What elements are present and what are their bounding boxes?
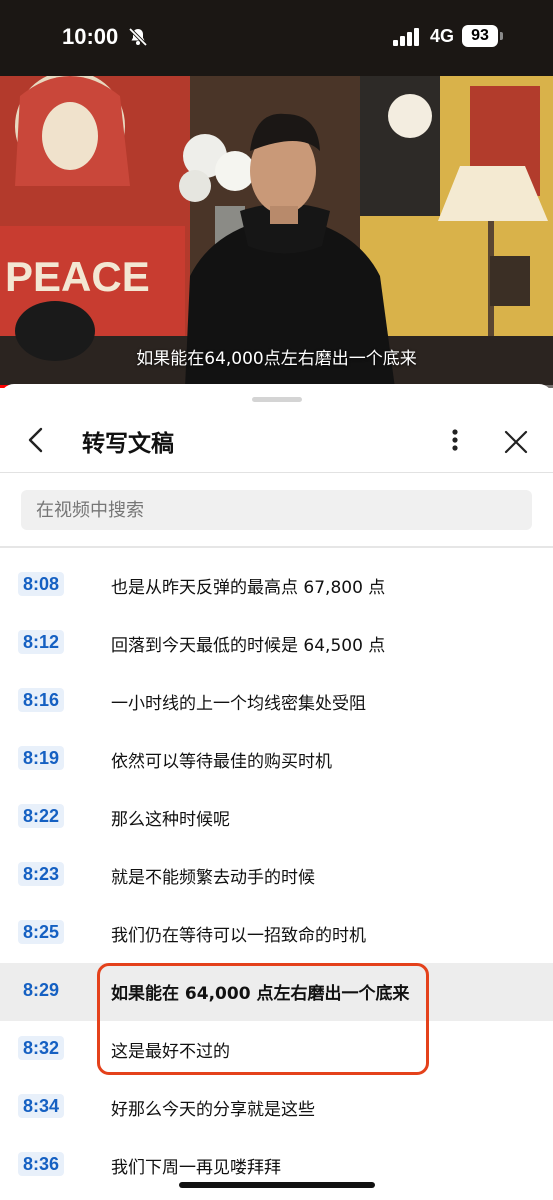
panel-title: 转写文稿 (82, 431, 174, 457)
svg-text:PEACE: PEACE (5, 253, 150, 300)
timestamp[interactable]: 8:22 (18, 804, 65, 828)
transcript-row[interactable]: 8:25 我们仍在等待可以一招致命的时机 (0, 905, 553, 963)
search-input[interactable] (21, 490, 532, 530)
transcript-text: 好那么今天的分享就是这些 (111, 1100, 315, 1120)
timestamp[interactable]: 8:36 (18, 1152, 65, 1176)
transcript-row[interactable]: 8:29 如果能在 64,000 点左右磨出一个底来 (0, 963, 553, 1021)
transcript-list: 8:08 也是从昨天反弹的最高点 67,800 点 8:12 回落到今天最低的时… (0, 557, 553, 1195)
transcript-row[interactable]: 8:23 就是不能频繁去动手的时候 (0, 847, 553, 905)
transcript-row[interactable]: 8:12 回落到今天最低的时候是 64,500 点 (0, 615, 553, 673)
transcript-row[interactable]: 8:19 依然可以等待最佳的购买时机 (0, 731, 553, 789)
drag-handle[interactable] (252, 397, 302, 402)
transcript-text: 那么这种时候呢 (111, 810, 230, 830)
back-chevron-icon[interactable] (22, 426, 50, 454)
transcript-text: 我们下周一再见喽拜拜 (111, 1158, 281, 1178)
timestamp[interactable]: 8:32 (18, 1036, 65, 1060)
transcript-row[interactable]: 8:34 好那么今天的分享就是这些 (0, 1079, 553, 1137)
transcript-row[interactable]: 8:16 一小时线的上一个均线密集处受阻 (0, 673, 553, 731)
status-time: 10:00 (62, 24, 119, 49)
more-vertical-icon[interactable] (444, 426, 466, 454)
transcript-text: 如果能在 64,000 点左右磨出一个底来 (111, 984, 410, 1004)
transcript-text: 依然可以等待最佳的购买时机 (111, 752, 332, 772)
timestamp[interactable]: 8:25 (18, 920, 65, 944)
bell-slash-icon (128, 27, 148, 47)
timestamp[interactable]: 8:29 (18, 978, 64, 1002)
close-icon[interactable] (502, 428, 530, 456)
list-divider (0, 546, 553, 548)
header-divider (0, 472, 553, 473)
video-caption: 如果能在64,000点左右磨出一个底来 (136, 349, 417, 369)
transcript-text: 我们仍在等待可以一招致命的时机 (111, 926, 366, 946)
timestamp[interactable]: 8:23 (18, 862, 65, 886)
transcript-row[interactable]: 8:32 这是最好不过的 (0, 1021, 553, 1079)
transcript-row[interactable]: 8:22 那么这种时候呢 (0, 789, 553, 847)
signal-icon (393, 28, 419, 46)
video-player[interactable]: PEACE 如果能在64,000点左右磨出一个底来 (0, 76, 553, 388)
transcript-text: 也是从昨天反弹的最高点 67,800 点 (111, 578, 386, 598)
transcript-panel: 转写文稿 8:08 也是从昨天反弹的最高点 67,800 点 8:12 回落到今… (0, 384, 553, 1200)
timestamp[interactable]: 8:16 (18, 688, 65, 712)
transcript-text: 一小时线的上一个均线密集处受阻 (111, 694, 366, 714)
timestamp[interactable]: 8:08 (18, 572, 65, 596)
timestamp[interactable]: 8:34 (18, 1094, 65, 1118)
battery-indicator: 93 (462, 25, 498, 47)
transcript-text: 回落到今天最低的时候是 64,500 点 (111, 636, 386, 656)
status-bar: 10:00 4G 93 (0, 0, 553, 76)
home-indicator (179, 1182, 375, 1188)
transcript-row[interactable]: 8:08 也是从昨天反弹的最高点 67,800 点 (0, 557, 553, 615)
timestamp[interactable]: 8:19 (18, 746, 65, 770)
transcript-text: 就是不能频繁去动手的时候 (111, 868, 315, 888)
battery-tip (500, 32, 503, 40)
network-label: 4G (430, 26, 455, 46)
transcript-text: 这是最好不过的 (111, 1042, 230, 1062)
timestamp[interactable]: 8:12 (18, 630, 65, 654)
video-frame: PEACE (0, 76, 553, 388)
